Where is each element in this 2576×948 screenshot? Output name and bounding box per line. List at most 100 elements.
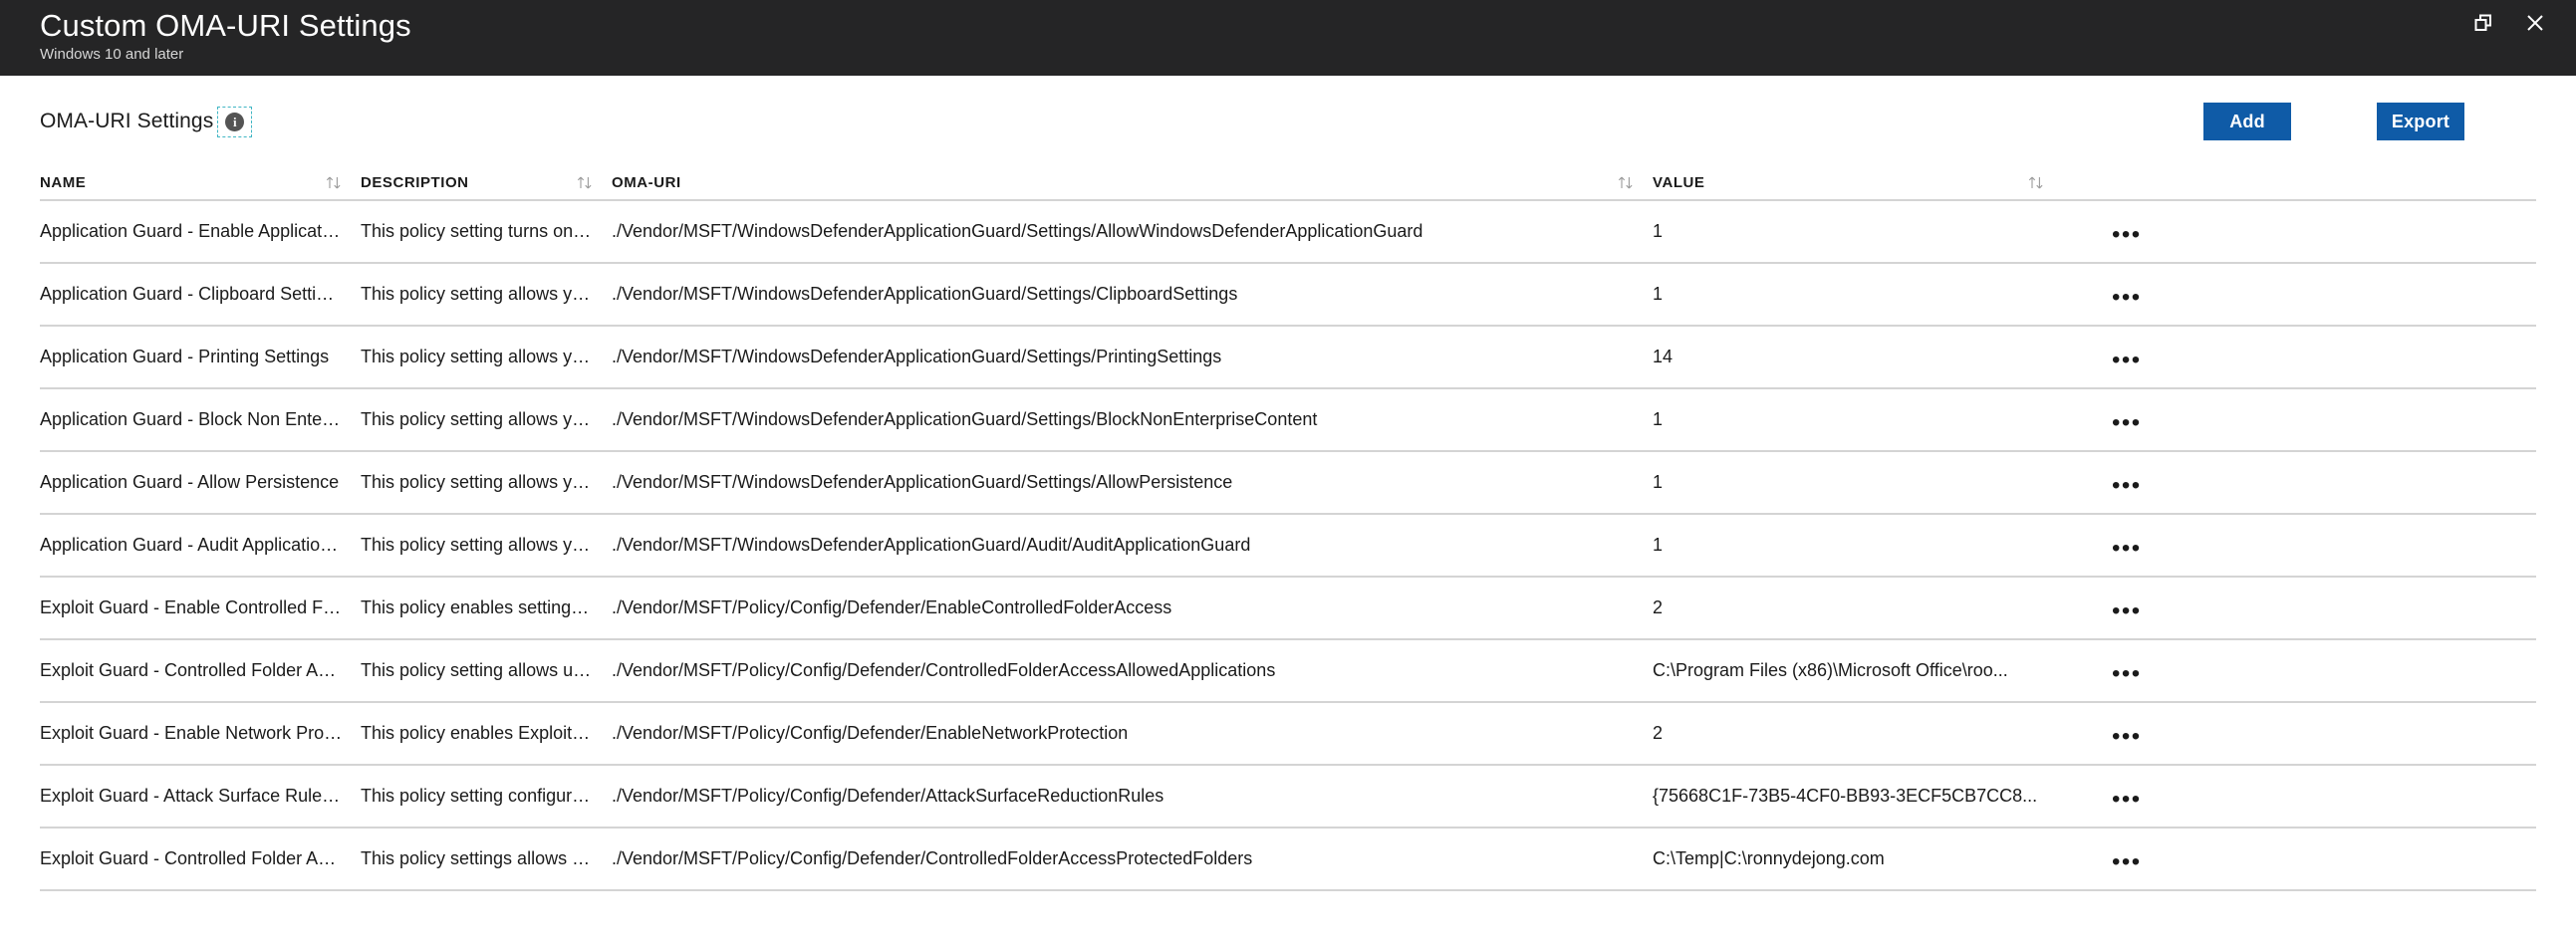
row-actions-cell: ••• (2063, 406, 2536, 434)
row-actions-cell: ••• (2063, 532, 2536, 560)
column-header-description-label: DESCRIPTION (361, 174, 469, 191)
row-actions-cell: ••• (2063, 783, 2536, 811)
row-description: This policy setting allows you to decid.… (361, 535, 612, 556)
column-header-name-label: NAME (40, 174, 86, 191)
table-row[interactable]: Exploit Guard - Controlled Folder Access… (40, 640, 2536, 703)
column-header-value-label: VALUE (1653, 174, 1704, 191)
row-oma-uri: ./Vendor/MSFT/Policy/Config/Defender/Att… (612, 786, 1653, 807)
row-value: 1 (1653, 409, 2063, 430)
row-name: Application Guard - Audit Application Gu… (40, 535, 361, 556)
sort-icon[interactable] (576, 175, 594, 190)
row-name: Application Guard - Enable Application G… (40, 221, 361, 242)
table-row[interactable]: Application Guard - Enable Application G… (40, 201, 2536, 264)
table-row[interactable]: Application Guard - Block Non Enterprise… (40, 389, 2536, 452)
header-actions: Add Export (2203, 103, 2464, 140)
table-row[interactable]: Application Guard - Audit Application Gu… (40, 515, 2536, 578)
row-name: Exploit Guard - Attack Surface Rules (AS… (40, 786, 361, 807)
column-header-description[interactable]: DESCRIPTION (361, 174, 612, 199)
row-value: 14 (1653, 347, 2063, 367)
row-context-menu-button[interactable]: ••• (2110, 475, 2144, 497)
row-value: {75668C1F-73B5-4CF0-BB93-3ECF5CB7CC8... (1653, 786, 2063, 807)
info-tooltip-button[interactable]: i (217, 107, 252, 137)
row-context-menu-button[interactable]: ••• (2110, 851, 2144, 873)
column-header-oma-uri-label: OMA-URI (612, 174, 681, 191)
sort-icon[interactable] (2027, 175, 2045, 190)
row-description: This policy setting allows you to decid.… (361, 472, 612, 493)
row-actions-cell: ••• (2063, 469, 2536, 497)
row-actions-cell: ••• (2063, 281, 2536, 309)
row-description: This policy setting turns on Windows ... (361, 221, 612, 242)
row-value: 1 (1653, 221, 2063, 242)
restore-window-button[interactable] (2460, 3, 2506, 43)
row-value: 2 (1653, 597, 2063, 618)
row-oma-uri: ./Vendor/MSFT/WindowsDefenderApplication… (612, 472, 1653, 493)
sort-icon[interactable] (1617, 175, 1635, 190)
close-window-button[interactable] (2512, 3, 2558, 43)
row-actions-cell: ••• (2063, 344, 2536, 371)
table-row[interactable]: Exploit Guard - Attack Surface Rules (AS… (40, 766, 2536, 829)
row-context-menu-button[interactable]: ••• (2110, 287, 2144, 309)
row-description: This policy enables Exploit Guard Net... (361, 723, 612, 744)
row-context-menu-button[interactable]: ••• (2110, 663, 2144, 685)
page-title: Custom OMA-URI Settings (40, 7, 411, 44)
column-header-name[interactable]: NAME (40, 174, 361, 199)
section-title: OMA-URI Settings (40, 110, 213, 133)
row-description: This policy settings allows adding user.… (361, 848, 612, 869)
row-description: This policy setting allows you to decid.… (361, 347, 612, 367)
row-oma-uri: ./Vendor/MSFT/Policy/Config/Defender/Con… (612, 848, 1653, 869)
row-name: Application Guard - Clipboard Settings (40, 284, 361, 305)
sort-icon[interactable] (325, 175, 343, 190)
row-context-menu-button[interactable]: ••• (2110, 789, 2144, 811)
table-row[interactable]: Exploit Guard - Enable Network Protectio… (40, 703, 2536, 766)
row-context-menu-button[interactable]: ••• (2110, 600, 2144, 622)
window-title-bar: Custom OMA-URI Settings Windows 10 and l… (0, 0, 2576, 76)
table-row[interactable]: Application Guard - Clipboard SettingsTh… (40, 264, 2536, 327)
info-icon: i (225, 113, 244, 131)
table-body: Application Guard - Enable Application G… (40, 201, 2536, 891)
table-row[interactable]: Exploit Guard - Enable Controlled Folder… (40, 578, 2536, 640)
row-name: Application Guard - Allow Persistence (40, 472, 361, 493)
table-row[interactable]: Application Guard - Allow PersistenceThi… (40, 452, 2536, 515)
row-description: This policy enables setting the state (O… (361, 597, 612, 618)
row-oma-uri: ./Vendor/MSFT/WindowsDefenderApplication… (612, 409, 1653, 430)
row-oma-uri: ./Vendor/MSFT/Policy/Config/Defender/Ena… (612, 723, 1653, 744)
row-oma-uri: ./Vendor/MSFT/WindowsDefenderApplication… (612, 535, 1653, 556)
row-name: Exploit Guard - Controlled Folder Access… (40, 848, 361, 869)
row-name: Exploit Guard - Enable Controlled Folder… (40, 597, 361, 618)
table-header-row: NAME DESCRIPTION OMA-URI (40, 159, 2536, 201)
column-header-actions (2063, 191, 2536, 199)
page-subtitle: Windows 10 and later (40, 45, 411, 65)
row-value: 1 (1653, 535, 2063, 556)
row-context-menu-button[interactable]: ••• (2110, 726, 2144, 748)
content-area: OMA-URI Settings i Add Export NAME D (0, 76, 2576, 891)
table-row[interactable]: Application Guard - Printing SettingsThi… (40, 327, 2536, 389)
row-name: Exploit Guard - Enable Network Protectio… (40, 723, 361, 744)
oma-uri-settings-table: NAME DESCRIPTION OMA-URI (40, 159, 2536, 891)
title-block: Custom OMA-URI Settings Windows 10 and l… (0, 0, 411, 65)
row-oma-uri: ./Vendor/MSFT/WindowsDefenderApplication… (612, 221, 1653, 242)
row-actions-cell: ••• (2063, 720, 2536, 748)
table-row[interactable]: Exploit Guard - Controlled Folder Access… (40, 829, 2536, 891)
add-button[interactable]: Add (2203, 103, 2291, 140)
row-name: Application Guard - Block Non Enterprise… (40, 409, 361, 430)
column-header-value[interactable]: VALUE (1653, 174, 2063, 199)
row-actions-cell: ••• (2063, 845, 2536, 873)
row-oma-uri: ./Vendor/MSFT/WindowsDefenderApplication… (612, 347, 1653, 367)
row-value: 2 (1653, 723, 2063, 744)
row-oma-uri: ./Vendor/MSFT/Policy/Config/Defender/Con… (612, 660, 1653, 681)
export-button[interactable]: Export (2377, 103, 2464, 140)
section-header: OMA-URI Settings i Add Export (40, 76, 2536, 145)
row-description: This policy setting allows you to decid.… (361, 409, 612, 430)
row-context-menu-button[interactable]: ••• (2110, 224, 2144, 246)
row-description: This policy setting allows you to decid.… (361, 284, 612, 305)
row-actions-cell: ••• (2063, 218, 2536, 246)
window-controls (2460, 0, 2576, 46)
row-context-menu-button[interactable]: ••• (2110, 412, 2144, 434)
row-context-menu-button[interactable]: ••• (2110, 350, 2144, 371)
row-value: 1 (1653, 472, 2063, 493)
row-context-menu-button[interactable]: ••• (2110, 538, 2144, 560)
row-description: This policy setting allows user-specifie… (361, 660, 612, 681)
column-header-oma-uri[interactable]: OMA-URI (612, 174, 1653, 199)
row-actions-cell: ••• (2063, 594, 2536, 622)
section-title-wrap: OMA-URI Settings i (40, 107, 252, 137)
